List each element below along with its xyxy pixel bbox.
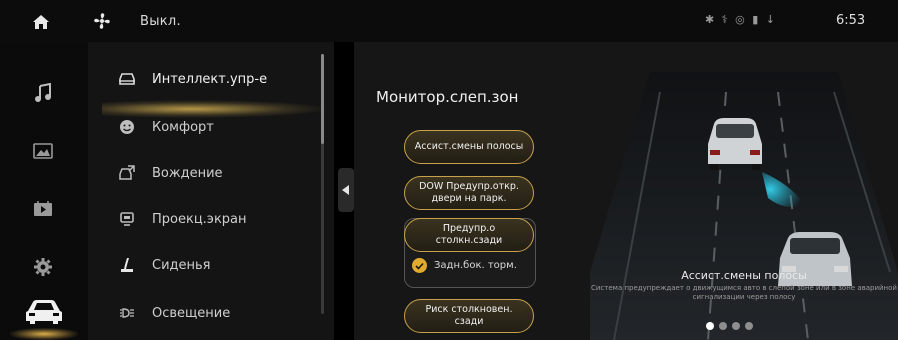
settings-menu: Интеллект.упр-е Комфорт Вождение Проекц.… <box>88 42 334 340</box>
video-icon[interactable] <box>28 196 58 222</box>
menu-item-comfort[interactable]: Комфорт <box>118 112 318 142</box>
door-open-warning-button[interactable]: DOW Предупр.откр. двери на парк. <box>404 176 534 210</box>
collapse-menu-button[interactable] <box>338 168 354 212</box>
fan-icon[interactable] <box>92 11 112 31</box>
menu-item-driving[interactable]: Вождение <box>118 158 318 188</box>
projection-screen-icon <box>118 210 136 228</box>
settings-icon[interactable] <box>28 254 58 280</box>
clock: 6:53 <box>836 13 866 28</box>
status-bar: Выкл. ✱ ⚕ ◎ ▮ ↓ 6:53 <box>0 0 898 42</box>
page-dot[interactable] <box>745 322 753 330</box>
menu-item-label: Освещение <box>152 305 231 321</box>
intelligent-drive-icon <box>118 70 136 88</box>
rear-collision-risk-button[interactable]: Риск столкновен. сзади <box>404 299 534 333</box>
rear-collision-warning-button[interactable]: Предупр.о столкн.сзади <box>404 218 534 252</box>
menu-item-label: Комфорт <box>152 119 214 135</box>
app-rail <box>0 42 88 340</box>
page-dot[interactable] <box>706 322 714 330</box>
gallery-icon[interactable] <box>28 138 58 164</box>
active-rail-glow <box>10 328 78 340</box>
pagination-dots[interactable] <box>706 322 753 330</box>
checkmark-icon <box>412 258 427 273</box>
menu-item-label: Вождение <box>152 165 223 181</box>
fan-status-label[interactable]: Выкл. <box>140 14 181 29</box>
lighting-icon <box>118 304 136 322</box>
menu-item-projection-screen[interactable]: Проекц.экран <box>118 204 318 234</box>
lane-change-assist-button[interactable]: Ассист.смены полосы <box>404 130 534 164</box>
menu-item-seats[interactable]: Сиденья <box>118 250 318 280</box>
feature-description: Система предупреждает о движущимся авто … <box>591 284 897 301</box>
rear-side-braking-option[interactable]: Задн.бок. торм. <box>412 258 517 273</box>
menu-item-label: Интеллект.упр-е <box>152 71 268 87</box>
chevron-left-icon <box>342 185 349 195</box>
seat-icon <box>118 256 136 274</box>
comfort-icon <box>118 118 136 136</box>
music-icon[interactable] <box>28 80 58 106</box>
status-icons: ✱ ⚕ ◎ ▮ ↓ <box>705 13 778 26</box>
menu-item-intelligent-drive[interactable]: Интеллект.упр-е <box>118 64 318 94</box>
page-dot[interactable] <box>719 322 727 330</box>
page-dot[interactable] <box>732 322 740 330</box>
menu-scrollbar[interactable] <box>321 54 324 314</box>
rear-side-braking-label: Задн.бок. торм. <box>434 260 517 271</box>
page-title: Монитор.слеп.зон <box>376 88 519 106</box>
home-icon[interactable] <box>32 14 50 30</box>
menu-item-label: Проекц.экран <box>152 211 247 227</box>
menu-scrollbar-thumb[interactable] <box>321 54 324 144</box>
blind-spot-panel: Монитор.слеп.зон Ассист.смены полосы DOW… <box>354 42 898 340</box>
driving-icon <box>118 164 136 182</box>
menu-item-label: Сиденья <box>152 257 211 273</box>
feature-title: Ассист.смены полосы <box>681 269 807 282</box>
menu-item-lighting[interactable]: Освещение <box>118 298 318 328</box>
